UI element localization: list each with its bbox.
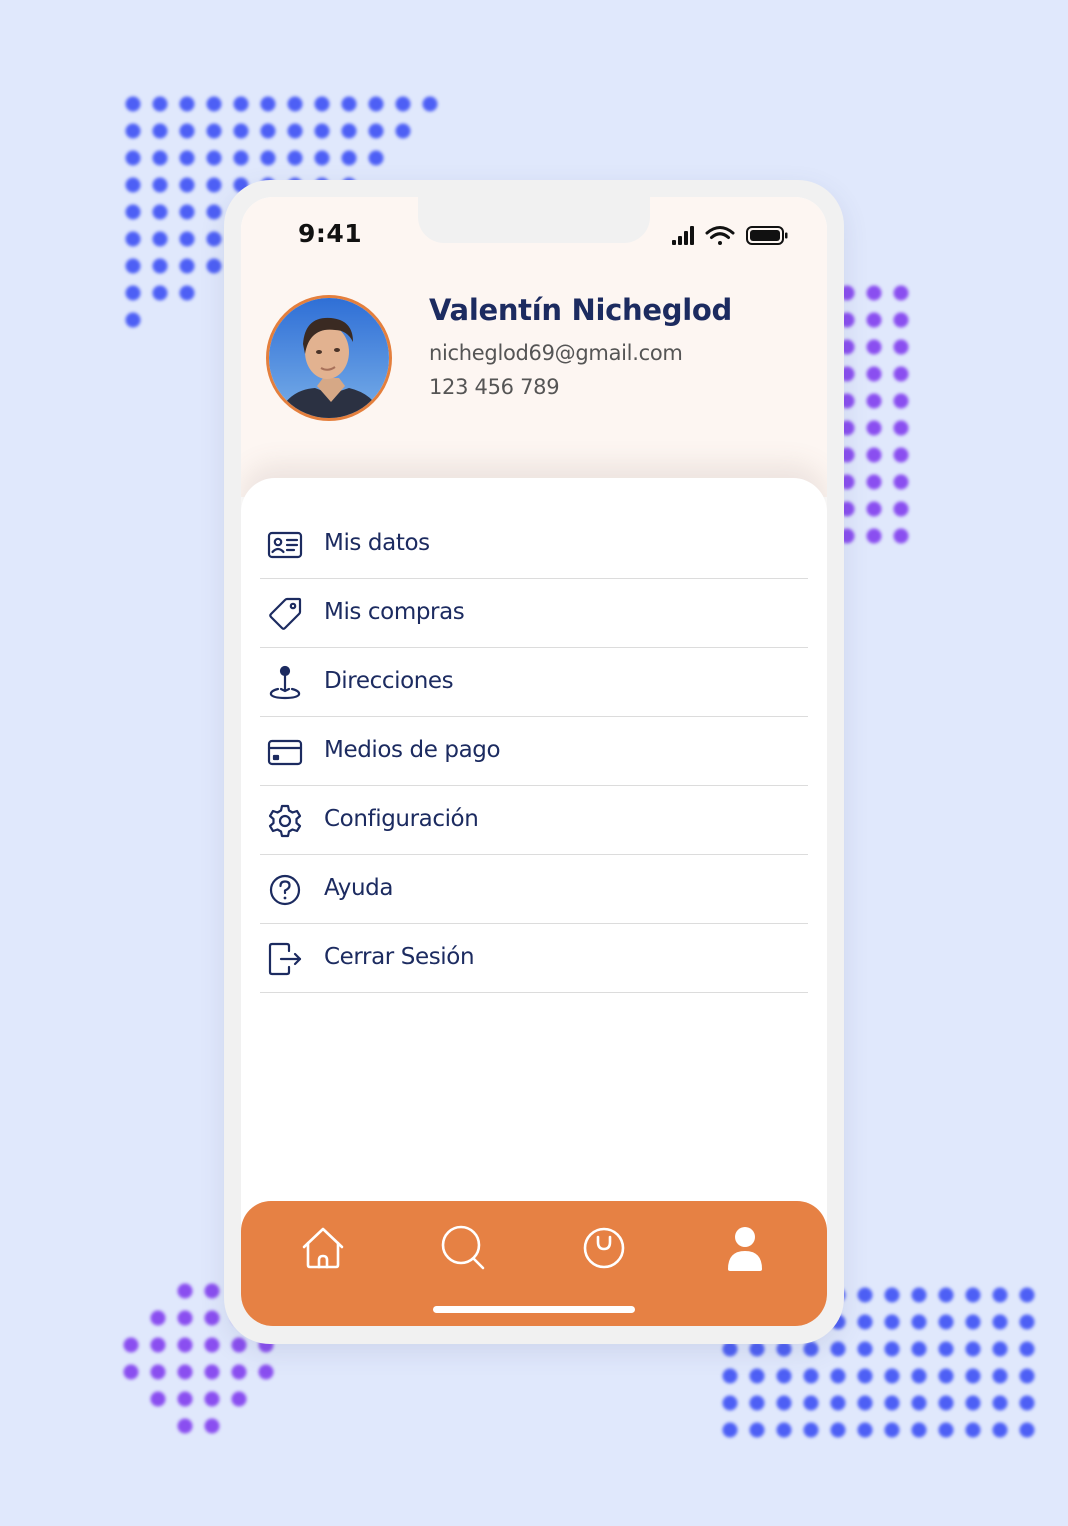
status-bar-time: 9:41 [298, 219, 363, 248]
menu-item-mis-compras[interactable]: Mis compras [260, 579, 808, 648]
location-pin-icon [269, 665, 301, 700]
phone-notch [418, 197, 650, 243]
tag-icon [269, 597, 302, 630]
menu-label: Mis datos [324, 530, 430, 556]
phone-frame: 9:41 Valentín Nicheglod nicheglod69@gmai… [224, 180, 844, 1344]
user-email: nicheglod69@gmail.com [429, 341, 683, 365]
menu-label: Direcciones [324, 668, 454, 694]
credit-card-icon [267, 739, 303, 766]
menu-item-ayuda[interactable]: Ayuda [260, 855, 808, 924]
phone-screen: 9:41 Valentín Nicheglod nicheglod69@gmai… [241, 197, 827, 1326]
home-icon[interactable] [298, 1223, 348, 1273]
avatar[interactable] [266, 295, 392, 421]
menu-label: Configuración [324, 806, 479, 832]
gear-icon [268, 804, 302, 838]
menu-item-mis-datos[interactable]: Mis datos [260, 510, 808, 579]
home-indicator[interactable] [433, 1306, 635, 1313]
menu-label: Medios de pago [324, 737, 501, 763]
menu-label: Mis compras [324, 599, 465, 625]
help-icon [269, 874, 301, 906]
user-phone: 123 456 789 [429, 375, 560, 399]
cellular-signal-icon [672, 226, 694, 245]
bottom-nav [241, 1201, 827, 1326]
menu-list: Mis datos Mis compras Direcciones Medios… [260, 510, 808, 993]
menu-item-direcciones[interactable]: Direcciones [260, 648, 808, 717]
user-icon[interactable] [720, 1223, 770, 1273]
battery-icon [746, 226, 788, 245]
search-icon[interactable] [439, 1223, 489, 1273]
menu-item-cerrar-sesion[interactable]: Cerrar Sesión [260, 924, 808, 993]
logout-icon [268, 942, 302, 976]
menu-card: Mis datos Mis compras Direcciones Medios… [241, 478, 827, 1238]
wifi-icon [705, 226, 735, 245]
user-name: Valentín Nicheglod [429, 293, 732, 327]
menu-label: Ayuda [324, 875, 394, 901]
id-card-icon [267, 531, 303, 559]
menu-item-configuracion[interactable]: Configuración [260, 786, 808, 855]
shopping-bag-icon[interactable] [579, 1223, 629, 1273]
menu-item-medios-de-pago[interactable]: Medios de pago [260, 717, 808, 786]
menu-label: Cerrar Sesión [324, 944, 475, 970]
status-bar-icons [672, 226, 788, 245]
profile-photo [269, 298, 389, 418]
